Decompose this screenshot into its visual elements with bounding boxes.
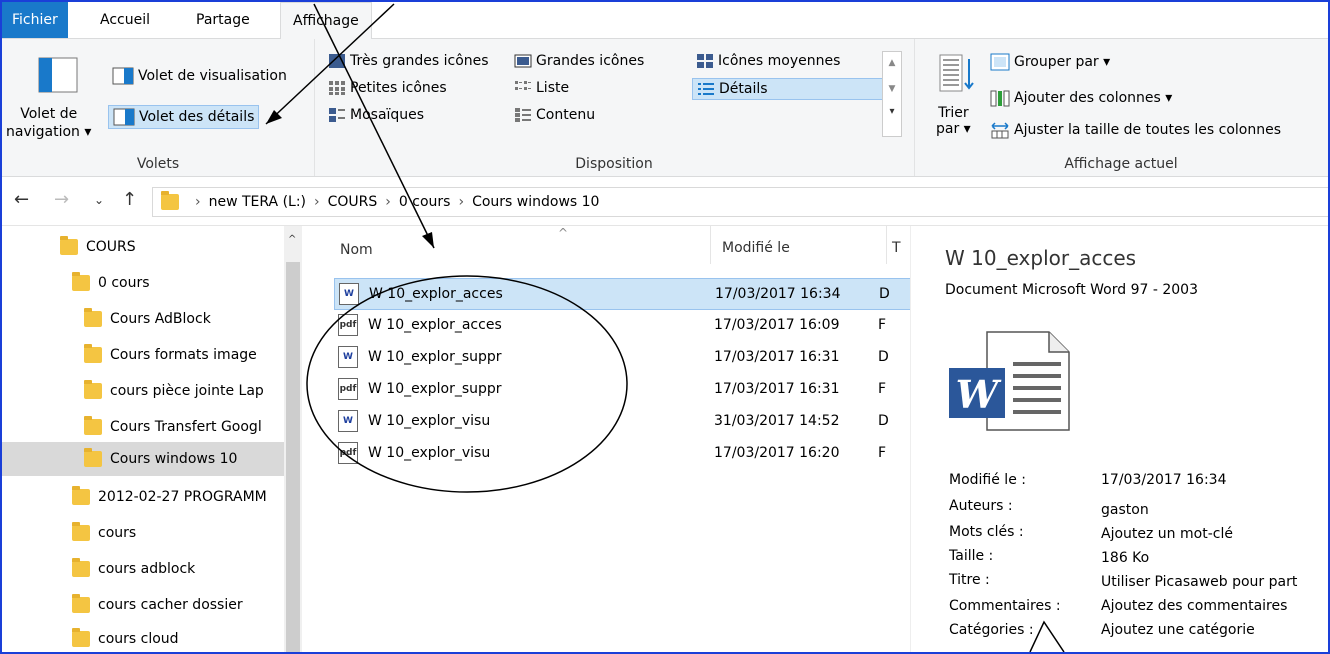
annotation-arrow-line <box>265 3 395 125</box>
explorer-window: Fichier Accueil Partage Affichage Volet … <box>0 0 1330 654</box>
annotation-arrow-line <box>313 3 435 249</box>
annotation-overlay <box>265 3 1065 652</box>
annotation-arrowhead <box>422 232 434 248</box>
annotation-arrowhead <box>1029 620 1065 652</box>
annotation-ellipse <box>306 275 628 493</box>
